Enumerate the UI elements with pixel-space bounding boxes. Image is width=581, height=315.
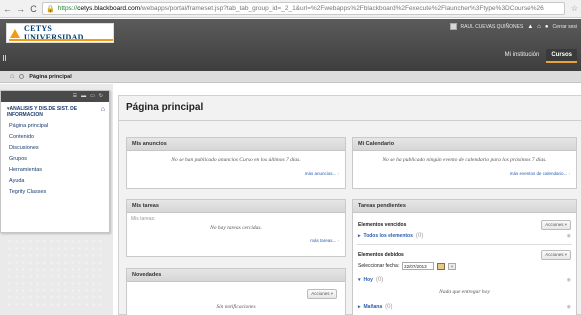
empty-message: Sin notificaciones xyxy=(216,304,256,310)
empty-message: No se han publicado anuncios Curso en lo… xyxy=(171,157,301,163)
course-home-icon[interactable]: ⌂ xyxy=(101,106,105,113)
manana-link[interactable]: Mañana xyxy=(364,304,383,310)
module-title: Novedades xyxy=(127,269,345,282)
breadcrumb-current: Página principal xyxy=(29,73,72,80)
divider xyxy=(357,244,572,245)
tareas-label: Mis tareas: xyxy=(131,216,156,222)
sidebar-item-ayuda[interactable]: Ayuda xyxy=(1,175,109,186)
todos-expand-icon[interactable]: ▸ xyxy=(358,233,361,239)
main-content: Página principal Mis anuncios No se han … xyxy=(118,95,581,315)
course-menu: ☰ ▬ ▭ ↻ ANALISIS Y DIS.DE SIST. DE INFOR… xyxy=(0,90,110,233)
title-divider xyxy=(119,120,581,121)
todos-count: (0) xyxy=(415,233,424,239)
sidebar-item-tegrity[interactable]: Tegrity Classes xyxy=(1,186,109,197)
sidebar-item-discusiones[interactable]: Discusiones xyxy=(1,142,109,153)
sidebar-item-contenido[interactable]: Contenido xyxy=(1,131,109,142)
logo-mark-icon xyxy=(10,28,20,38)
vencidos-acciones-button[interactable]: Acciones xyxy=(541,220,571,230)
bookmark-star-icon[interactable]: ☆ xyxy=(571,4,578,13)
manana-count: (0) xyxy=(385,304,393,310)
empty-message: No se ha publicado ningún evento de cale… xyxy=(382,157,547,163)
hoy-empty-message: Nada que entregar hoy xyxy=(439,289,490,295)
home-icon[interactable]: ⌂ xyxy=(537,24,541,30)
module-title: Mis tareas xyxy=(127,200,345,213)
hoy-count: (0) xyxy=(375,277,384,283)
avatar[interactable] xyxy=(449,23,457,30)
forward-button[interactable]: → xyxy=(16,0,25,18)
window-icon[interactable]: ▭ xyxy=(90,91,95,102)
user-bar: RAUL CUEVAS QUIÑONES ▲ ⌂ ● Cerrar sesi xyxy=(449,23,577,30)
manana-expand-icon[interactable]: ▸ xyxy=(358,304,361,310)
hoy-expand-icon[interactable]: ▾ xyxy=(358,277,361,283)
hoy-options-icon[interactable]: ◉ xyxy=(567,277,571,283)
logout-link[interactable]: Cerrar sesi xyxy=(553,24,577,30)
manana-options-icon[interactable]: ◉ xyxy=(567,304,571,310)
user-menu-icon[interactable]: ▲ xyxy=(527,24,533,30)
module-title: Mi Calendario xyxy=(353,138,576,151)
sidebar-item-grupos[interactable]: Grupos xyxy=(1,153,109,164)
menu-handle-icon[interactable] xyxy=(3,55,6,61)
logo[interactable]: CETYS UNIVERSIDAD xyxy=(6,23,114,43)
vencidos-label: Elementos vencidos xyxy=(358,222,407,228)
tab-mi-institucion[interactable]: Mi institución xyxy=(500,49,545,63)
course-menu-toolbar: ☰ ▬ ▭ ↻ xyxy=(1,91,109,102)
course-title-row[interactable]: ANALISIS Y DIS.DE SIST. DE INFORMACION ⌂ xyxy=(1,102,109,120)
lock-icon: 🔒 xyxy=(46,5,55,13)
hoy-link[interactable]: Hoy xyxy=(364,277,373,283)
breadcrumb-context-icon[interactable] xyxy=(19,74,25,79)
todos-elementos-link[interactable]: Todos los elementos xyxy=(364,233,413,239)
more-anuncios-link[interactable]: más anuncios... xyxy=(127,171,339,176)
module-title: Mis anuncios xyxy=(127,138,345,151)
sidebar-item-herramientas[interactable]: Herramientas xyxy=(1,164,109,175)
debidos-label: Elementos debidos xyxy=(358,252,404,258)
user-name[interactable]: RAUL CUEVAS QUIÑONES xyxy=(461,24,524,30)
help-icon[interactable]: ● xyxy=(545,24,549,30)
more-tareas-link[interactable]: más tareas... xyxy=(127,238,339,243)
breadcrumb-home-icon[interactable]: ⌂ xyxy=(10,73,14,80)
empty-message: No hay tareas cercidas. xyxy=(210,225,262,231)
url-host: cetys.blackboard.com xyxy=(77,5,141,12)
debidos-acciones-button[interactable]: Acciones xyxy=(541,250,571,260)
calendar-icon[interactable] xyxy=(437,262,446,270)
todos-options-icon[interactable]: ◉ xyxy=(567,233,571,239)
more-eventos-link[interactable]: más eventos de calendario... xyxy=(353,171,570,176)
module-tareas-pendientes: Tareas pendientes Elementos vencidos Acc… xyxy=(352,199,577,315)
fecha-label: Seleccionar fecha: xyxy=(358,263,400,269)
url-protocol: https:// xyxy=(57,5,78,12)
reload-button[interactable]: C xyxy=(29,0,38,18)
course-title[interactable]: ANALISIS Y DIS.DE SIST. DE INFORMACION xyxy=(7,106,93,118)
breadcrumb: ⌂ Página principal xyxy=(0,71,581,83)
module-title: Tareas pendientes xyxy=(353,200,576,213)
back-button[interactable]: ← xyxy=(3,0,12,18)
module-mis-tareas: Mis tareas Mis tareas: No hay tareas cer… xyxy=(126,199,346,257)
module-mis-anuncios: Mis anuncios No se han publicado anuncio… xyxy=(126,137,346,189)
module-novedades: Novedades Acciones Sin notificaciones xyxy=(126,268,346,315)
page-title: Página principal xyxy=(126,102,204,113)
refresh-icon[interactable]: ↻ xyxy=(99,91,103,102)
url-path: /webapps/portal/frameset.jsp?tab_tab_gro… xyxy=(140,5,544,12)
go-button[interactable]: » xyxy=(448,262,457,270)
site-header: CETYS UNIVERSIDAD RAUL CUEVAS QUIÑONES ▲… xyxy=(0,19,581,71)
decorative-pattern xyxy=(6,238,106,308)
top-tabs: Mi institución Cursos xyxy=(500,49,577,63)
tab-cursos[interactable]: Cursos xyxy=(546,49,577,63)
menu-list-icon[interactable]: ☰ xyxy=(73,91,77,102)
module-mi-calendario: Mi Calendario No se ha publicado ningún … xyxy=(352,137,577,189)
logo-accent xyxy=(9,39,113,41)
novedades-acciones-button[interactable]: Acciones xyxy=(307,289,337,299)
sidebar-item-pagina-principal[interactable]: Página principal xyxy=(1,120,109,131)
fecha-input[interactable]: 22/07/2013 xyxy=(402,262,435,270)
browser-toolbar: ← → C 🔒 https:// cetys.blackboard.com /w… xyxy=(0,0,581,18)
address-bar[interactable]: 🔒 https:// cetys.blackboard.com /webapps… xyxy=(42,2,565,15)
folder-view-icon[interactable]: ▬ xyxy=(81,91,86,102)
